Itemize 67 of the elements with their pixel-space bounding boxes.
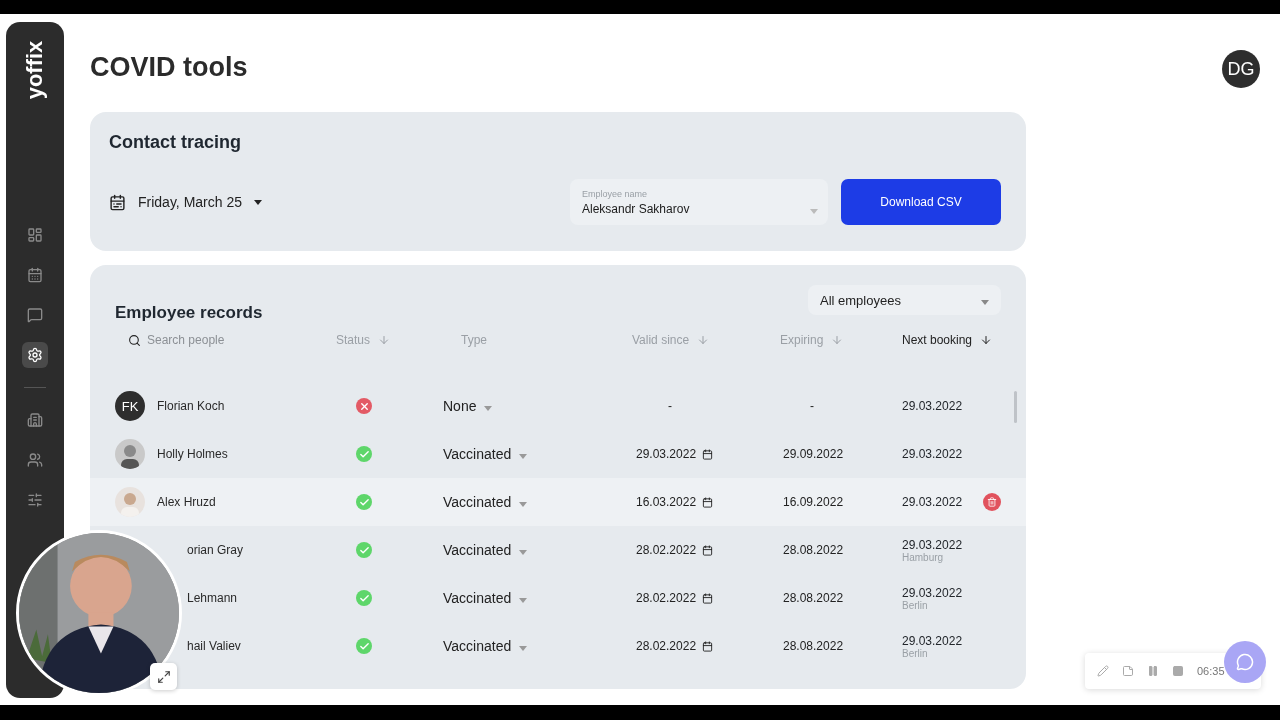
booking-date: 29.03.2022 [902, 399, 964, 413]
expiring-date: 28.08.2022 [783, 639, 844, 653]
search-icon [128, 333, 141, 347]
booking-location: Hamburg [902, 551, 945, 563]
employee-name: Lehmann [187, 591, 238, 605]
type-select[interactable]: Vaccinated [443, 590, 528, 606]
settings-icon[interactable] [22, 342, 48, 368]
valid-since-date: 16.03.2022 [636, 495, 697, 509]
download-button[interactable]: Download CSV [841, 179, 1001, 225]
valid-since-date: 29.03.2022 [636, 447, 697, 461]
table-row[interactable]: Alex Hruzd Vaccinated 16.03.2022 16.09.2022 29.03.2022 [90, 478, 1026, 526]
user-avatar: FK [115, 391, 145, 421]
employee-select[interactable]: Employee name Aleksandr Sakharov [570, 179, 828, 225]
employee-name: Holly Holmes [157, 447, 228, 461]
valid-since-date: 28.02.2022 [636, 639, 697, 653]
calendar-icon[interactable] [702, 448, 714, 460]
pause-icon[interactable] [1147, 665, 1159, 677]
valid-since-date: 28.02.2022 [636, 591, 697, 605]
valid-since-date: 28.02.2022 [636, 543, 697, 557]
chat-button[interactable] [1224, 641, 1266, 683]
expand-icon[interactable] [156, 669, 171, 684]
booking-date: 29.03.2022 [902, 447, 964, 461]
calendar-icon[interactable] [702, 544, 714, 556]
booking-date: 29.03.2022 [902, 537, 964, 552]
booking-date: 29.03.2022 [902, 633, 964, 648]
logo: yoffix [21, 40, 48, 100]
type-select[interactable]: Vaccinated [443, 446, 528, 462]
expiring-date: 29.09.2022 [783, 447, 844, 461]
expand-button[interactable] [150, 663, 177, 690]
booking-location: Berlin [902, 647, 929, 659]
type-select[interactable]: None [443, 398, 493, 414]
expiring-date: 28.08.2022 [783, 591, 844, 605]
card-title: Contact tracing [109, 132, 242, 153]
scrollbar[interactable] [1014, 391, 1017, 423]
employee-filter[interactable]: All employees [808, 285, 1001, 315]
chat-icon[interactable] [1236, 653, 1254, 671]
pencil-icon[interactable] [1097, 665, 1109, 677]
calendar-icon[interactable] [702, 592, 714, 604]
type-select[interactable]: Vaccinated [443, 494, 528, 510]
expiring-date: 28.08.2022 [783, 543, 844, 557]
employee-name: hail Valiev [187, 639, 241, 653]
expiring-date: - [810, 399, 814, 413]
date-picker[interactable]: Friday, March 25 [109, 193, 262, 211]
booking-location: Berlin [902, 599, 929, 611]
calendar-icon[interactable] [702, 496, 714, 508]
type-select[interactable]: Vaccinated [443, 542, 528, 558]
recording-time: 06:35 [1197, 665, 1225, 677]
booking-date: 29.03.2022 [902, 585, 964, 600]
search-field[interactable]: Search people [147, 333, 297, 347]
calendar-icon[interactable] [702, 640, 714, 652]
trash-icon[interactable] [987, 497, 997, 507]
page-title: COVID tools [90, 52, 248, 83]
valid-since-date: - [668, 399, 672, 413]
calendar-icon [109, 193, 126, 211]
delete-button[interactable] [983, 493, 1001, 511]
employee-name: orian Gray [187, 543, 244, 557]
stop-icon[interactable] [1172, 665, 1184, 677]
booking-date: 29.03.2022 [902, 495, 964, 509]
user-avatar[interactable]: DG [1222, 50, 1260, 88]
employee-name: Alex Hruzd [157, 495, 216, 509]
employee-name: Florian Koch [157, 399, 225, 413]
expiring-date: 16.09.2022 [783, 495, 844, 509]
type-select[interactable]: Vaccinated [443, 638, 528, 654]
column-header[interactable]: Next booking [902, 333, 993, 347]
card-title: Employee records [115, 303, 263, 323]
sort-icon[interactable] [980, 334, 993, 346]
note-icon[interactable] [1122, 665, 1134, 677]
